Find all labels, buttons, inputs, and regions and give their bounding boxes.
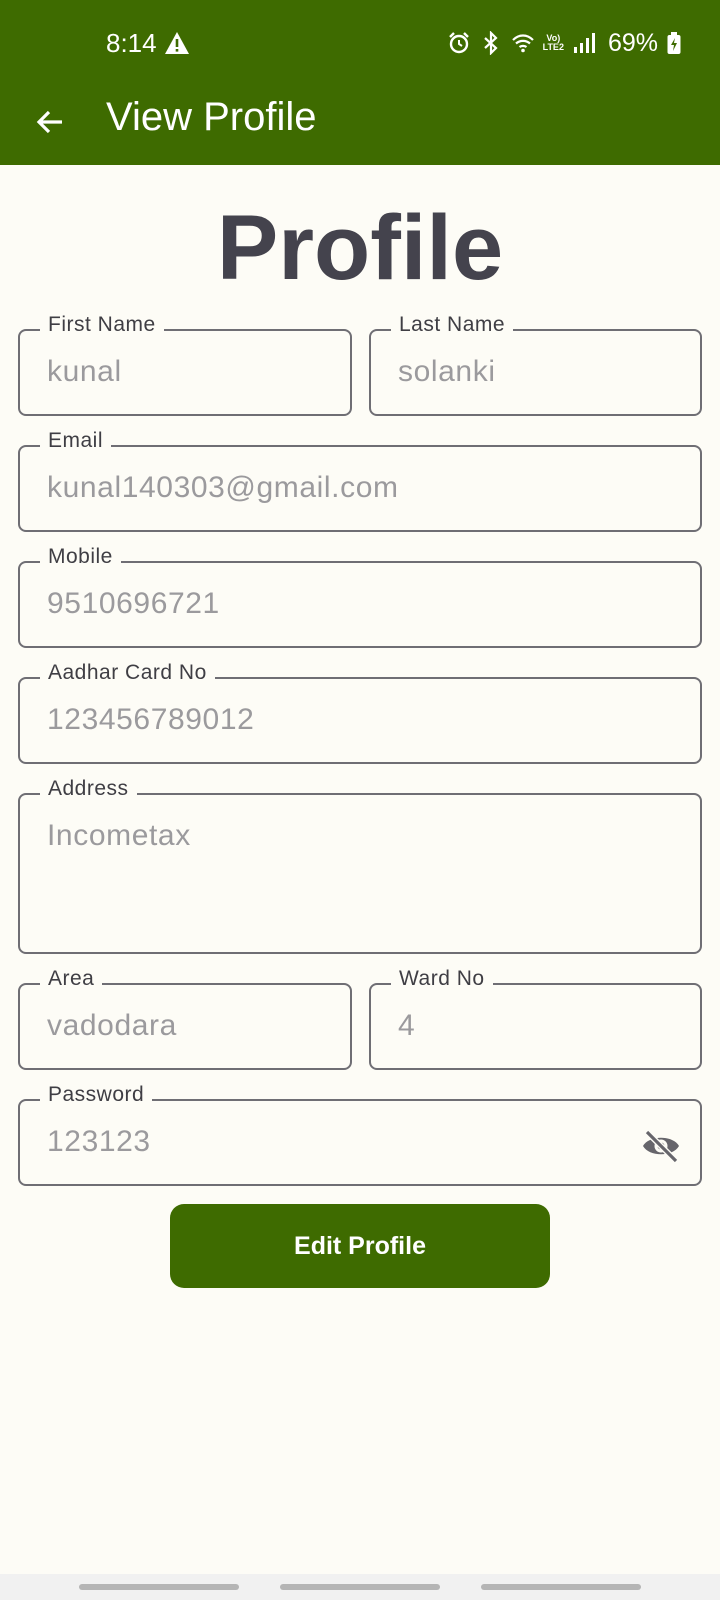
aadhar-value: 123456789012: [47, 703, 255, 736]
battery-percent: 69%: [607, 28, 658, 57]
page-title: Profile: [216, 197, 504, 299]
arrow-left-icon: [36, 110, 62, 134]
first-name-label: First Name: [40, 313, 164, 337]
area-field[interactable]: Area vadodara: [18, 967, 352, 1070]
back-button[interactable]: [28, 100, 72, 144]
nav-home-button[interactable]: [280, 1584, 440, 1590]
alarm-icon: [448, 32, 469, 54]
first-name-value: kunal: [47, 355, 122, 388]
ward-field[interactable]: Ward No 4: [369, 967, 702, 1070]
toolbar-title: View Profile: [106, 95, 317, 139]
mobile-label: Mobile: [40, 545, 121, 569]
lte-indicator: Vo) LTE2: [542, 33, 564, 52]
toolbar: View Profile: [0, 88, 720, 165]
aadhar-label: Aadhar Card No: [40, 661, 215, 685]
last-name-label: Last Name: [391, 313, 514, 337]
warning-icon: [165, 32, 189, 54]
eye-off-icon[interactable]: [640, 1125, 682, 1167]
password-label: Password: [40, 1083, 153, 1107]
aadhar-field[interactable]: Aadhar Card No 123456789012: [18, 661, 702, 764]
nav-back-button[interactable]: [481, 1584, 641, 1590]
last-name-value: solanki: [398, 355, 496, 388]
address-field[interactable]: Address Incometax: [18, 777, 702, 954]
last-name-field[interactable]: Last Name solanki: [369, 313, 702, 416]
wifi-icon: [511, 34, 534, 53]
ward-label: Ward No: [391, 967, 493, 991]
app-bar: 8:14 Vo) LTE2 69% View Profile: [0, 0, 720, 165]
ward-value: 4: [398, 1009, 416, 1042]
address-value: Incometax: [47, 819, 191, 852]
edit-profile-button[interactable]: Edit Profile: [170, 1204, 550, 1288]
mobile-value: 9510696721: [47, 587, 220, 620]
status-time: 8:14: [106, 28, 157, 58]
password-field[interactable]: Password 123123: [18, 1083, 702, 1186]
email-field[interactable]: Email kunal140303@gmail.com: [18, 429, 702, 532]
system-nav-bar: [0, 1574, 720, 1600]
signal-icon: [573, 33, 595, 53]
status-icons: Vo) LTE2 69%: [447, 26, 682, 60]
address-label: Address: [40, 777, 137, 801]
mobile-field[interactable]: Mobile 9510696721: [18, 545, 702, 648]
area-value: vadodara: [47, 1009, 177, 1042]
password-value: 123123: [47, 1125, 151, 1158]
email-label: Email: [40, 429, 112, 453]
status-bar: 8:14 Vo) LTE2 69%: [0, 0, 720, 88]
battery-icon: [667, 32, 681, 54]
area-label: Area: [40, 967, 103, 991]
nav-recents-button[interactable]: [79, 1584, 239, 1590]
first-name-field[interactable]: First Name kunal: [18, 313, 352, 416]
bluetooth-icon: [483, 31, 498, 55]
email-value: kunal140303@gmail.com: [47, 471, 399, 504]
